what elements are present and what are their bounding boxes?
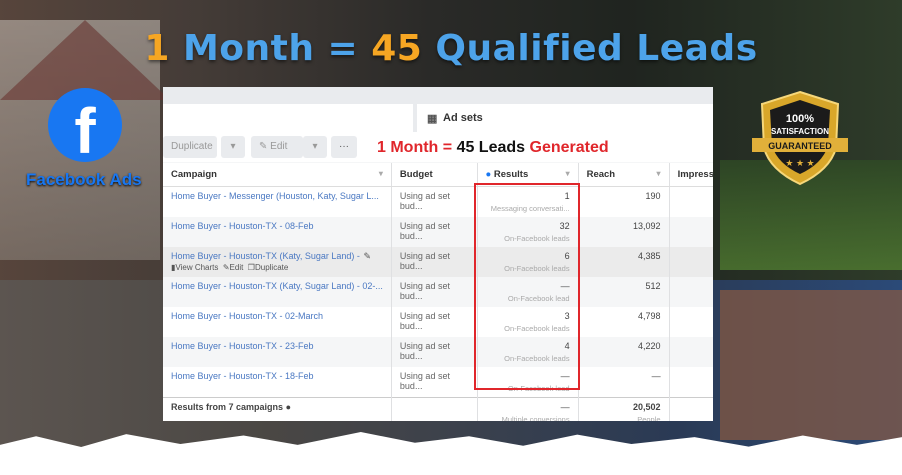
totals-row: Results from 7 campaigns ● — Multiple con… xyxy=(163,397,713,421)
campaign-link[interactable]: Home Buyer - Houston-TX - 23-Feb xyxy=(171,341,383,351)
campaign-link[interactable]: Home Buyer - Messenger (Houston, Katy, S… xyxy=(171,191,383,201)
pencil-icon[interactable]: ✎ xyxy=(364,251,372,261)
reach-cell: 4,220 xyxy=(578,337,670,367)
table-row[interactable]: Home Buyer - Houston-TX (Katy, Sugar Lan… xyxy=(163,247,713,277)
duplicate-button[interactable]: Duplicate xyxy=(163,136,217,158)
reach-cell: — xyxy=(578,367,670,398)
table-row[interactable]: Home Buyer - Messenger (Houston, Katy, S… xyxy=(163,186,713,217)
campaign-link[interactable]: Home Buyer - Houston-TX - 08-Feb xyxy=(171,221,383,231)
house-image-2 xyxy=(720,290,902,440)
budget-cell: Using ad set bud... xyxy=(391,277,478,307)
satisfaction-guaranteed-badge-icon: 100% SATISFACTION GUARANTEED ★ ★ ★ xyxy=(752,90,848,186)
ads-manager-panel: ▦ Ad sets Duplicate ▾ ✎ Edit ▾ ··· 1 Mont… xyxy=(163,87,713,421)
table-row[interactable]: Home Buyer - Houston-TX (Katy, Sugar Lan… xyxy=(163,277,713,307)
column-campaign[interactable]: Campaign ▾ xyxy=(163,163,392,187)
edit-button[interactable]: ✎ Edit xyxy=(251,136,303,158)
svg-text:SATISFACTION: SATISFACTION xyxy=(771,127,829,136)
facebook-ads-label: Facebook Ads xyxy=(26,170,142,189)
leads-generated-annotation: 1 Month = 45 Leads Generated xyxy=(377,139,609,156)
svg-text:100%: 100% xyxy=(786,113,814,125)
campaign-link[interactable]: Home Buyer - Houston-TX - 18-Feb xyxy=(171,371,383,381)
table-header: Campaign ▾ Budget ● Results ▾ Reach ▾ Impre… xyxy=(163,163,713,187)
campaign-link[interactable]: Home Buyer - Houston-TX - 02-March xyxy=(171,311,383,321)
chevron-down-icon: ▾ xyxy=(230,141,236,152)
budget-cell: Using ad set bud... xyxy=(391,247,478,277)
facebook-logo-icon: f xyxy=(48,88,122,162)
pencil-icon: ✎ xyxy=(259,141,271,152)
reach-cell: 4,798 xyxy=(578,307,670,337)
duplicate-link[interactable]: ❐Duplicate xyxy=(248,263,289,272)
campaign-link[interactable]: Home Buyer - Houston-TX (Katy, Sugar Lan… xyxy=(171,251,361,261)
edit-dropdown-button[interactable]: ▾ xyxy=(303,136,327,158)
tab-ad-sets[interactable]: ▦ Ad sets xyxy=(417,104,713,132)
svg-text:GUARANTEED: GUARANTEED xyxy=(768,141,832,151)
tab-bar: ▦ Ad sets xyxy=(163,87,713,132)
chevron-down-icon: ▾ xyxy=(312,141,318,152)
reach-cell: 190 xyxy=(578,186,670,217)
headline-title: 1 Month = 45 Qualified Leads xyxy=(144,28,758,69)
budget-cell: Using ad set bud... xyxy=(391,307,478,337)
toolbar: Duplicate ▾ ✎ Edit ▾ ··· 1 Month = 45 Le… xyxy=(163,132,713,162)
campaign-link[interactable]: Home Buyer - Houston-TX (Katy, Sugar Lan… xyxy=(171,281,383,291)
duplicate-dropdown-button[interactable]: ▾ xyxy=(221,136,245,158)
reach-cell: 13,092 xyxy=(578,217,670,247)
edit-link[interactable]: ✎Edit xyxy=(223,263,244,272)
tab-campaigns[interactable] xyxy=(163,104,413,132)
reach-cell: 4,385 xyxy=(578,247,670,277)
table-row[interactable]: Home Buyer - Houston-TX - 08-Feb Using a… xyxy=(163,217,713,247)
info-icon: ● xyxy=(485,169,494,180)
info-icon[interactable]: ● xyxy=(286,402,291,412)
grid-icon: ▦ xyxy=(427,113,438,125)
results-highlight-box xyxy=(474,183,580,390)
column-budget[interactable]: Budget xyxy=(391,163,478,187)
budget-cell: Using ad set bud... xyxy=(391,337,478,367)
more-button[interactable]: ··· xyxy=(331,136,357,158)
view-charts-link[interactable]: ▮View Charts xyxy=(171,263,218,272)
copy-icon: ❐ xyxy=(247,263,255,272)
column-impressions[interactable]: Impress xyxy=(669,163,713,187)
campaigns-table: Campaign ▾ Budget ● Results ▾ Reach ▾ Impre… xyxy=(163,163,713,421)
svg-text:★ ★ ★: ★ ★ ★ xyxy=(785,158,814,168)
table-row[interactable]: Home Buyer - Houston-TX - 23-Feb Using a… xyxy=(163,337,713,367)
budget-cell: Using ad set bud... xyxy=(391,367,478,398)
reach-cell: 512 xyxy=(578,277,670,307)
pencil-icon: ✎ xyxy=(222,263,230,272)
column-reach[interactable]: Reach ▾ xyxy=(578,163,670,187)
budget-cell: Using ad set bud... xyxy=(391,186,478,217)
table-row[interactable]: Home Buyer - Houston-TX - 02-March Using… xyxy=(163,307,713,337)
table-row[interactable]: Home Buyer - Houston-TX - 18-Feb Using a… xyxy=(163,367,713,398)
budget-cell: Using ad set bud... xyxy=(391,217,478,247)
